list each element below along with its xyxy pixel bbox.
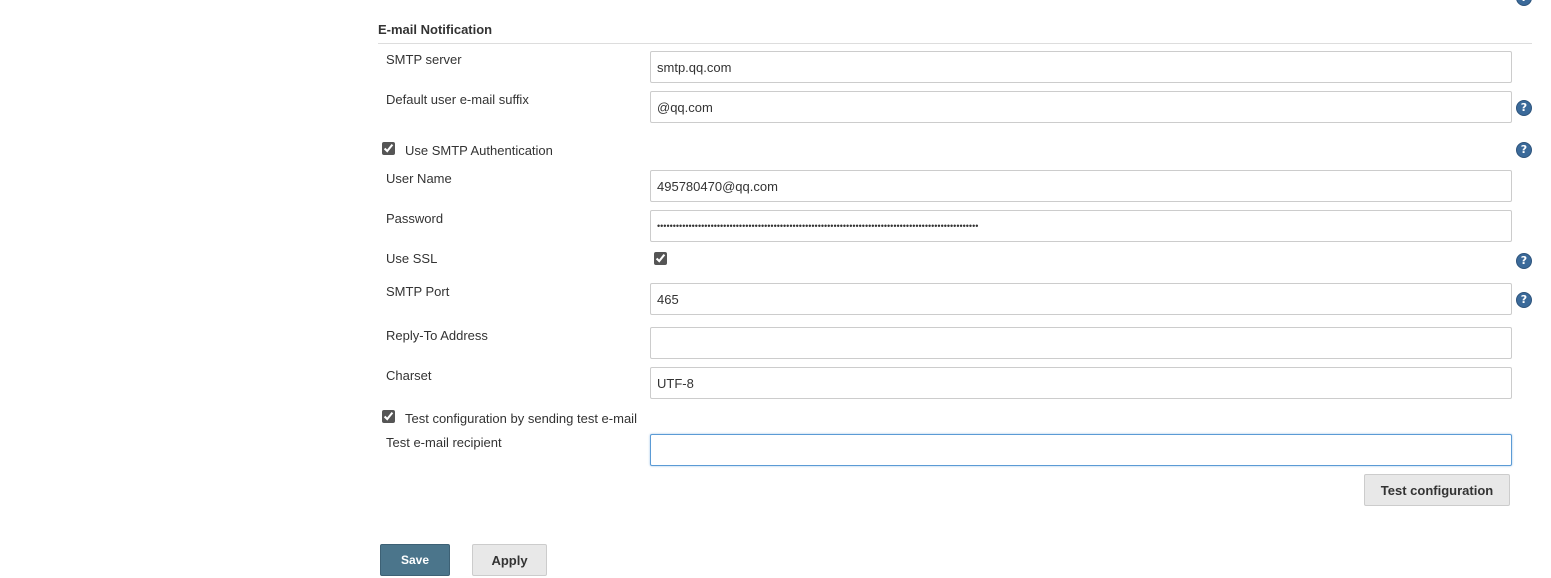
reply-to-label: Reply-To Address — [386, 328, 488, 343]
test-config-label: Test configuration by sending test e-mai… — [405, 411, 637, 426]
password-input[interactable]: ••••••••••••••••••••••••••••••••••••••••… — [650, 210, 1512, 242]
user-name-input[interactable] — [650, 170, 1512, 202]
smtp-port-input[interactable] — [650, 283, 1512, 315]
smtp-server-label: SMTP server — [386, 52, 462, 67]
help-icon[interactable]: ? — [1516, 100, 1532, 116]
test-recipient-label: Test e-mail recipient — [386, 435, 502, 450]
help-icon[interactable]: ? — [1516, 292, 1532, 308]
default-suffix-input[interactable] — [650, 91, 1512, 123]
user-name-label: User Name — [386, 171, 452, 186]
reply-to-input[interactable] — [650, 327, 1512, 359]
help-icon[interactable]: ? — [1516, 0, 1532, 6]
test-config-checkbox[interactable] — [382, 410, 395, 423]
section-title: E-mail Notification — [378, 22, 493, 37]
charset-label: Charset — [386, 368, 432, 383]
use-smtp-auth-label: Use SMTP Authentication — [405, 143, 553, 158]
help-icon[interactable]: ? — [1516, 253, 1532, 269]
password-label: Password — [386, 211, 444, 226]
section-divider — [378, 43, 1532, 44]
smtp-port-label: SMTP Port — [386, 284, 450, 299]
use-smtp-auth-checkbox[interactable] — [382, 142, 395, 155]
default-suffix-label: Default user e-mail suffix — [386, 92, 529, 107]
test-configuration-button[interactable]: Test configuration — [1364, 474, 1510, 506]
charset-input[interactable] — [650, 367, 1512, 399]
use-ssl-label: Use SSL — [386, 251, 438, 266]
use-ssl-checkbox[interactable] — [654, 252, 667, 265]
smtp-server-input[interactable] — [650, 51, 1512, 83]
save-button[interactable]: Save — [380, 544, 450, 576]
help-icon[interactable]: ? — [1516, 142, 1532, 158]
test-recipient-input[interactable] — [650, 434, 1512, 466]
apply-button[interactable]: Apply — [472, 544, 547, 576]
